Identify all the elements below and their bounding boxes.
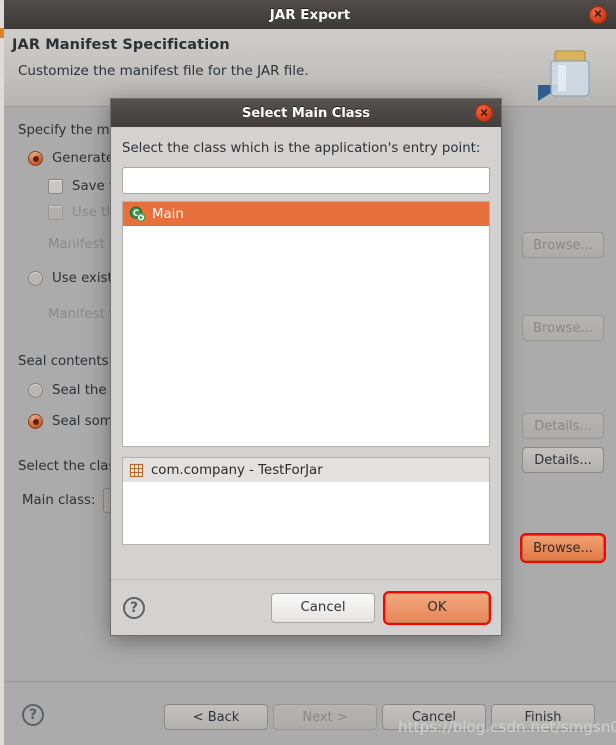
list-item[interactable]: C Main [123, 202, 489, 226]
radio-generate-manifest-indicator [28, 151, 43, 166]
cancel-button[interactable]: Cancel [382, 704, 486, 730]
select-main-class-dialog: Select Main Class ✕ Select the class whi… [110, 98, 502, 636]
modal-cancel-button[interactable]: Cancel [271, 592, 375, 623]
browse-button-main-class[interactable]: Browse... [520, 533, 606, 563]
jar-banner-icon [538, 50, 590, 101]
radio-seal-some-indicator [28, 414, 43, 429]
back-button[interactable]: < Back [164, 704, 268, 730]
modal-close-glyph: ✕ [479, 106, 489, 120]
next-button[interactable]: Next > [273, 704, 377, 730]
modal-body: Select the class which is the applicatio… [111, 127, 501, 579]
modal-titlebar: Select Main Class ✕ [111, 99, 501, 127]
help-glyph: ? [28, 707, 38, 723]
radio-seal-jar-indicator [28, 383, 43, 398]
details-button-seal-jar[interactable]: Details... [522, 413, 604, 439]
list-item-label: Main [152, 206, 184, 222]
modal-help-glyph: ? [129, 599, 139, 616]
help-icon[interactable]: ? [22, 704, 44, 726]
modal-ok-button[interactable]: OK [383, 590, 491, 625]
wizard-footer: ? < Back Next > Cancel Finish [4, 681, 616, 745]
finish-button[interactable]: Finish [491, 704, 595, 730]
package-list[interactable]: com.company - TestForJar [122, 457, 490, 545]
close-glyph: ✕ [593, 8, 603, 21]
radio-use-existing-manifest-indicator [28, 271, 43, 286]
class-filter-input[interactable] [122, 167, 490, 194]
class-list[interactable]: C Main [122, 201, 490, 447]
wizard-banner: JAR Manifest Specification Customize the… [4, 29, 616, 107]
modal-prompt: Select the class which is the applicatio… [122, 141, 481, 156]
package-icon [129, 463, 144, 477]
modal-help-icon[interactable]: ? [123, 596, 145, 619]
wizard-titlebar: JAR Export ✕ [4, 0, 616, 29]
modal-close-icon[interactable]: ✕ [475, 104, 493, 122]
wizard-close-icon[interactable]: ✕ [589, 5, 607, 24]
java-class-icon: C [129, 206, 145, 222]
page-subtitle: Customize the manifest file for the JAR … [18, 63, 309, 79]
list-item-label: com.company - TestForJar [151, 462, 323, 478]
modal-footer: ? Cancel OK [111, 579, 501, 635]
browse-button-manifest-1[interactable]: Browse... [522, 232, 604, 258]
checkbox-save-manifest-indicator [48, 179, 63, 194]
checkbox-use-the-indicator [48, 205, 63, 220]
wizard-title: JAR Export [269, 6, 351, 23]
list-item[interactable]: com.company - TestForJar [123, 458, 489, 482]
main-class-label: Main class: [22, 493, 96, 508]
modal-title: Select Main Class [241, 105, 371, 121]
browse-button-manifest-2[interactable]: Browse... [522, 315, 604, 341]
details-button-seal-some[interactable]: Details... [522, 447, 604, 473]
page-title: JAR Manifest Specification [12, 37, 230, 53]
